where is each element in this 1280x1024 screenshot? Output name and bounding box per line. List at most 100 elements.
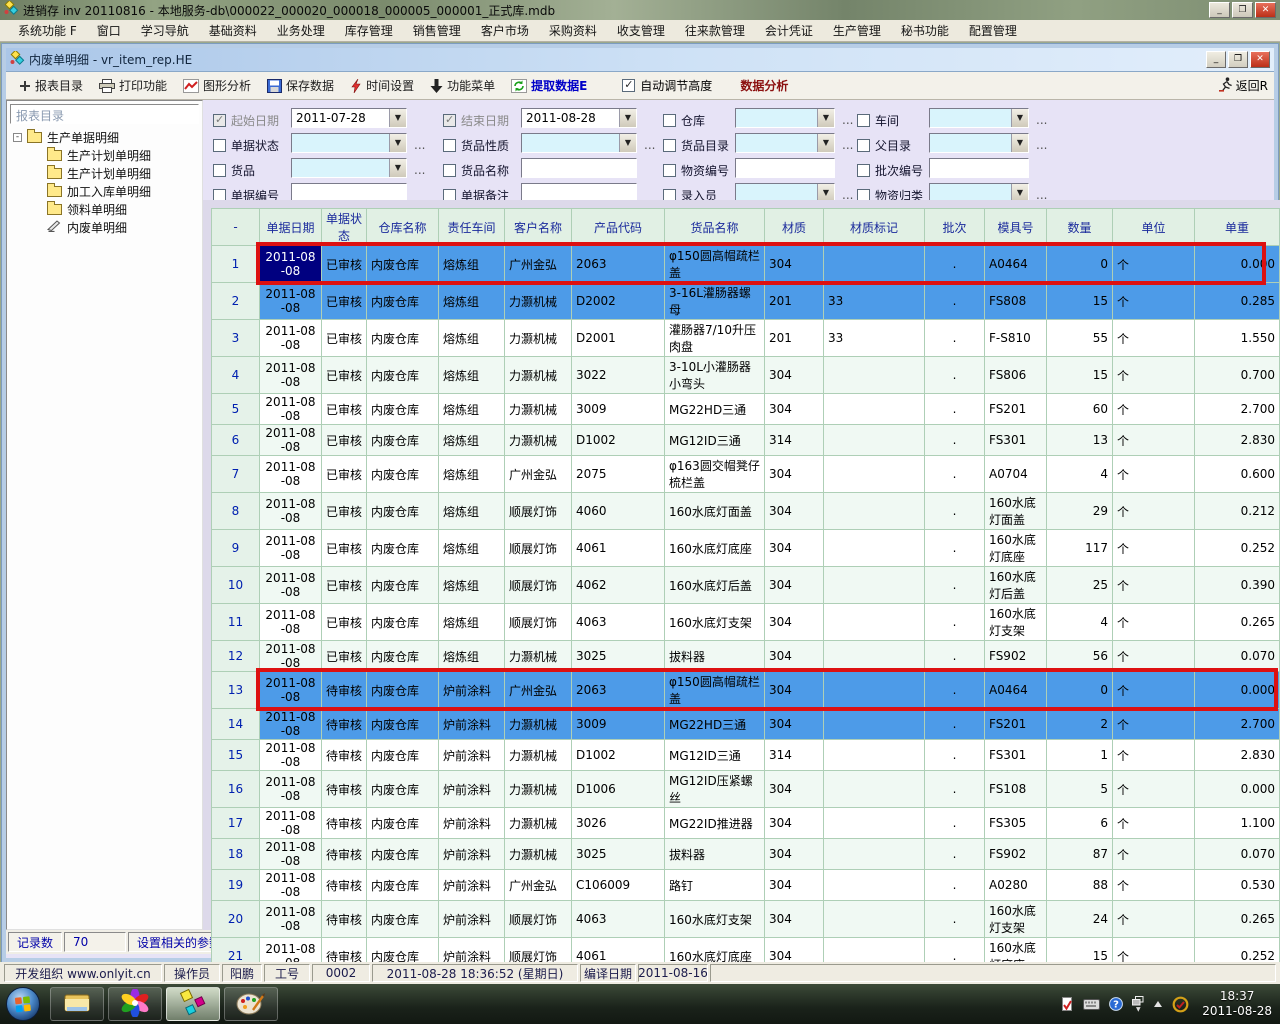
cell[interactable]: φ163圆交帽凳仔梳栏盖: [665, 456, 765, 493]
cell[interactable]: 待审核: [322, 672, 367, 709]
cell[interactable]: 个: [1113, 740, 1195, 771]
cell[interactable]: 2011-08-08: [260, 530, 322, 567]
cell[interactable]: 顺展灯饰: [505, 530, 572, 567]
cell[interactable]: 160水底灯面盖: [665, 493, 765, 530]
sidebar-item-加工入库单明细[interactable]: 加工入库单明细: [7, 182, 202, 200]
cell[interactable]: 炉前涂料: [439, 839, 505, 870]
cell[interactable]: .: [925, 530, 985, 567]
table-row[interactable]: 132011-08-08待审核内废仓库炉前涂料广州金弘2063φ150圆高帽疏栏…: [212, 672, 1280, 709]
filter-combo-单据状态[interactable]: ▼: [291, 133, 407, 153]
cell[interactable]: 炉前涂料: [439, 672, 505, 709]
cell[interactable]: 内废仓库: [367, 808, 439, 839]
column-header--[interactable]: -: [212, 209, 260, 246]
cell[interactable]: 已审核: [322, 394, 367, 425]
cell[interactable]: 2: [1047, 709, 1113, 740]
cell[interactable]: FS201: [985, 709, 1047, 740]
column-header-仓库名称[interactable]: 仓库名称: [367, 209, 439, 246]
cell[interactable]: 拔料器: [665, 641, 765, 672]
cell[interactable]: MG22ID推进器: [665, 808, 765, 839]
table-row[interactable]: 152011-08-08待审核内废仓库炉前涂料力灏机械D1002MG12ID三通…: [212, 740, 1280, 771]
cell[interactable]: FS806: [985, 357, 1047, 394]
column-header-单重[interactable]: 单重: [1195, 209, 1280, 246]
filter-combo-起始日期[interactable]: 2011-07-28▼: [291, 108, 407, 128]
cell[interactable]: 2063: [572, 672, 665, 709]
cell[interactable]: D1002: [572, 425, 665, 456]
menu-item[interactable]: 生产管理: [823, 20, 891, 41]
cell[interactable]: 0.000: [1195, 246, 1280, 283]
cell[interactable]: 160水底灯底座: [985, 530, 1047, 567]
window-restore-icon[interactable]: ▼: [1132, 996, 1144, 1012]
cell[interactable]: 内废仓库: [367, 604, 439, 641]
cell[interactable]: 力灏机械: [505, 357, 572, 394]
cell[interactable]: 顺展灯饰: [505, 901, 572, 938]
cell[interactable]: .: [925, 493, 985, 530]
toolbar-button-打印功能[interactable]: 打印功能: [92, 74, 174, 97]
cell[interactable]: 3025: [572, 839, 665, 870]
cell[interactable]: 16: [212, 771, 260, 808]
cell[interactable]: 2011-08-08: [260, 394, 322, 425]
cell[interactable]: 个: [1113, 672, 1195, 709]
cell[interactable]: 拔料器: [665, 839, 765, 870]
cell[interactable]: 3009: [572, 394, 665, 425]
cell[interactable]: 2011-08-08: [260, 709, 322, 740]
cell[interactable]: C106009: [572, 870, 665, 901]
cell[interactable]: 熔炼组: [439, 493, 505, 530]
cell[interactable]: 已审核: [322, 456, 367, 493]
menu-item[interactable]: 往来款管理: [675, 20, 755, 41]
cell[interactable]: 3009: [572, 709, 665, 740]
cell[interactable]: 内废仓库: [367, 641, 439, 672]
cell[interactable]: 2011-08-08: [260, 456, 322, 493]
cell[interactable]: 11: [212, 604, 260, 641]
cell[interactable]: [824, 425, 925, 456]
cell[interactable]: 160水底灯面盖: [985, 493, 1047, 530]
cell[interactable]: 2011-08-08: [260, 604, 322, 641]
cell[interactable]: 力灏机械: [505, 808, 572, 839]
table-row[interactable]: 62011-08-08已审核内废仓库熔炼组力灏机械D1002MG12ID三通31…: [212, 425, 1280, 456]
cell[interactable]: 15: [1047, 357, 1113, 394]
cell[interactable]: [824, 246, 925, 283]
table-row[interactable]: 92011-08-08已审核内废仓库熔炼组顺展灯饰4061160水底灯底座304…: [212, 530, 1280, 567]
table-row[interactable]: 22011-08-08已审核内废仓库熔炼组力灏机械D20023-16L灌肠器螺母…: [212, 283, 1280, 320]
cell[interactable]: 2011-08-08: [260, 740, 322, 771]
cell[interactable]: 内废仓库: [367, 870, 439, 901]
cell[interactable]: D1002: [572, 740, 665, 771]
cell[interactable]: 个: [1113, 425, 1195, 456]
column-header-单据状态[interactable]: 单据状态: [322, 209, 367, 246]
cell[interactable]: 内废仓库: [367, 246, 439, 283]
cell[interactable]: 内废仓库: [367, 530, 439, 567]
cell[interactable]: 内废仓库: [367, 320, 439, 357]
cell[interactable]: .: [925, 567, 985, 604]
data-analysis-link[interactable]: 数据分析: [740, 77, 788, 94]
cell[interactable]: 广州金弘: [505, 870, 572, 901]
cell[interactable]: 路钉: [665, 870, 765, 901]
cell[interactable]: [824, 808, 925, 839]
cell[interactable]: 2011-08-08: [260, 357, 322, 394]
cell[interactable]: φ150圆高帽疏栏盖: [665, 672, 765, 709]
filter-checkbox-仓库[interactable]: [663, 114, 676, 127]
cell[interactable]: 304: [765, 246, 824, 283]
taskbar-app-media-app[interactable]: [108, 987, 162, 1021]
cell[interactable]: 33: [824, 283, 925, 320]
cell[interactable]: 160水底灯后盖: [665, 567, 765, 604]
cell[interactable]: [824, 567, 925, 604]
cell[interactable]: 160水底灯支架: [985, 901, 1047, 938]
cell[interactable]: 88: [1047, 870, 1113, 901]
cell[interactable]: 0.265: [1195, 901, 1280, 938]
cell[interactable]: 待审核: [322, 740, 367, 771]
auto-height-checkbox[interactable]: [622, 79, 635, 92]
toolbar-button-保存数据[interactable]: 保存数据: [260, 74, 341, 97]
cell[interactable]: 熔炼组: [439, 246, 505, 283]
chevron-down-icon[interactable]: ▼: [1011, 134, 1028, 152]
cell[interactable]: 内废仓库: [367, 839, 439, 870]
cell[interactable]: 6: [1047, 808, 1113, 839]
sidebar-item-生产计划单明细[interactable]: 生产计划单明细: [7, 146, 202, 164]
cell[interactable]: 1: [1047, 740, 1113, 771]
cell[interactable]: 顺展灯饰: [505, 567, 572, 604]
table-row[interactable]: 52011-08-08已审核内废仓库熔炼组力灏机械3009MG22HD三通304…: [212, 394, 1280, 425]
cell[interactable]: 60: [1047, 394, 1113, 425]
filter-checkbox-单据状态[interactable]: [213, 139, 226, 152]
toolbar-button-提取数据E[interactable]: 提取数据E: [504, 74, 594, 97]
cell[interactable]: 炉前涂料: [439, 740, 505, 771]
cell[interactable]: [824, 672, 925, 709]
cell[interactable]: 304: [765, 530, 824, 567]
